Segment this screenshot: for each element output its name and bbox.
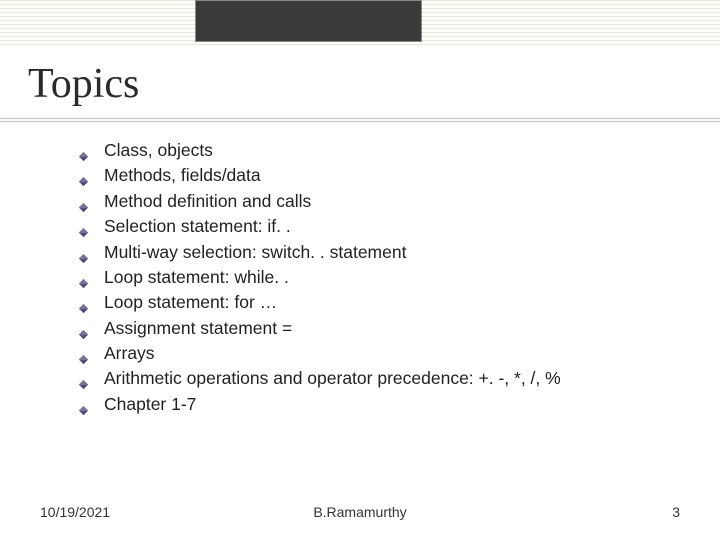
list-item-text: Loop statement: while. . <box>104 267 289 287</box>
diamond-bullet-icon <box>78 296 89 307</box>
diamond-bullet-icon <box>78 144 89 155</box>
list-item-text: Arithmetic operations and operator prece… <box>104 368 561 388</box>
footer: 10/19/2021 B.Ramamurthy 3 <box>40 504 680 520</box>
list-item-text: Method definition and calls <box>104 191 311 211</box>
list-item: Chapter 1-7 <box>78 392 690 417</box>
top-accent-bar <box>0 0 720 46</box>
diamond-bullet-icon <box>78 246 89 257</box>
list-item: Methods, fields/data <box>78 163 690 188</box>
footer-page: 3 <box>467 504 680 520</box>
diamond-bullet-icon <box>78 322 89 333</box>
slide-title: Topics <box>28 60 139 108</box>
diamond-bullet-icon <box>78 220 89 231</box>
footer-date: 10/19/2021 <box>40 504 253 520</box>
list-item: Class, objects <box>78 138 690 163</box>
list-item: Multi-way selection: switch. . statement <box>78 240 690 265</box>
list-item-text: Class, objects <box>104 140 213 160</box>
list-item-text: Loop statement: for … <box>104 292 277 312</box>
list-item-text: Selection statement: if. . <box>104 216 291 236</box>
list-item-text: Assignment statement = <box>104 318 292 338</box>
footer-author: B.Ramamurthy <box>253 504 466 520</box>
list-item-text: Arrays <box>104 343 155 363</box>
diamond-bullet-icon <box>78 271 89 282</box>
diamond-bullet-icon <box>78 372 89 383</box>
list-item-text: Multi-way selection: switch. . statement <box>104 242 406 262</box>
list-item: Loop statement: while. . <box>78 265 690 290</box>
diamond-bullet-icon <box>78 195 89 206</box>
content-area: Class, objects Methods, fields/data Meth… <box>78 138 690 417</box>
list-item-text: Methods, fields/data <box>104 165 261 185</box>
list-item: Arrays <box>78 341 690 366</box>
list-item-text: Chapter 1-7 <box>104 394 196 414</box>
list-item: Selection statement: if. . <box>78 214 690 239</box>
list-item: Assignment statement = <box>78 316 690 341</box>
list-item: Loop statement: for … <box>78 290 690 315</box>
list-item: Method definition and calls <box>78 189 690 214</box>
list-item: Arithmetic operations and operator prece… <box>78 366 690 391</box>
diamond-bullet-icon <box>78 398 89 409</box>
bullet-list: Class, objects Methods, fields/data Meth… <box>78 138 690 417</box>
diamond-bullet-icon <box>78 347 89 358</box>
title-underline <box>0 118 720 124</box>
diamond-bullet-icon <box>78 169 89 180</box>
